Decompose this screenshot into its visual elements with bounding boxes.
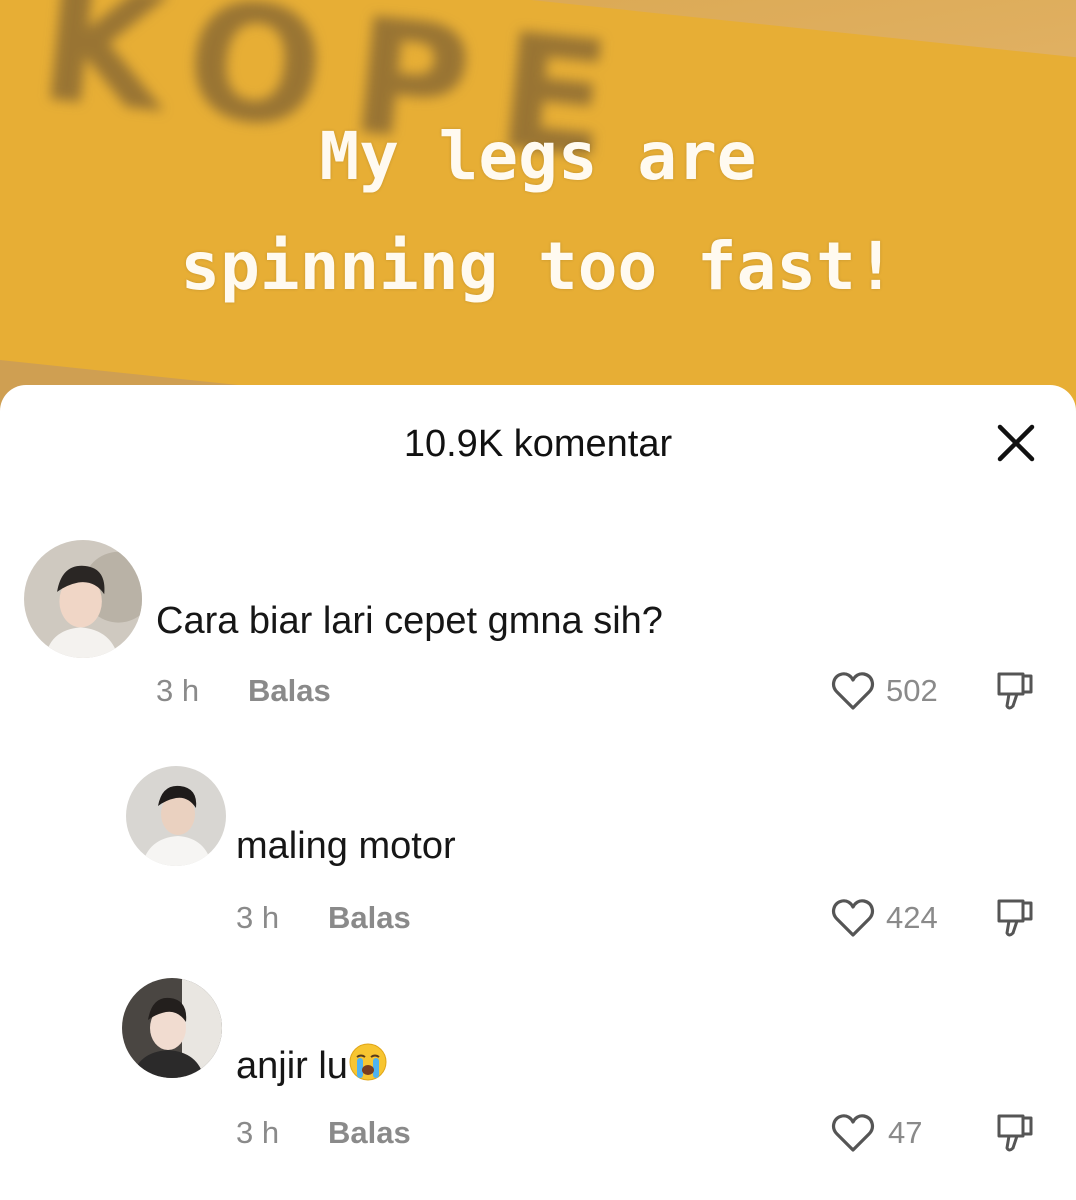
comment-text: Cara biar lari cepet gmna sih?	[156, 600, 663, 642]
reply-button[interactable]: Balas	[248, 673, 331, 709]
dislike-icon[interactable]	[995, 897, 1035, 939]
comment-text: maling motor	[236, 825, 456, 867]
reply-button[interactable]: Balas	[328, 900, 411, 936]
comment-time: 3 h	[236, 1115, 280, 1150]
like-count: 502	[886, 673, 938, 708]
comments-sheet: 10.9K komentar Cara biar lari cepet gmna…	[0, 385, 1076, 1200]
dislike-icon[interactable]	[995, 1112, 1035, 1154]
comment-text-label: anjir lu	[236, 1045, 348, 1087]
video-caption-line-1: My legs are	[319, 118, 757, 195]
heart-icon[interactable]	[831, 1112, 875, 1154]
video-caption-line-2: spinning too fast!	[180, 228, 896, 305]
like-count: 424	[886, 900, 938, 935]
avatar-photo	[24, 540, 142, 658]
avatar[interactable]	[122, 978, 222, 1078]
comment-time: 3 h	[156, 673, 200, 708]
video-frame[interactable]: KOPE	[0, 0, 1076, 420]
avatar-photo	[122, 978, 222, 1078]
avatar-photo	[126, 766, 226, 866]
close-button[interactable]	[994, 421, 1038, 465]
reply-button[interactable]: Balas	[328, 1115, 411, 1151]
loudly-crying-face-icon	[349, 1043, 387, 1081]
comments-count-title: 10.9K komentar	[403, 423, 673, 465]
close-icon	[997, 424, 1035, 462]
avatar[interactable]	[126, 766, 226, 866]
avatar[interactable]	[24, 540, 142, 658]
comment-time: 3 h	[236, 900, 280, 935]
comment-text: anjir lu	[236, 1042, 388, 1088]
heart-icon[interactable]	[831, 897, 875, 939]
heart-icon[interactable]	[831, 670, 875, 712]
dislike-icon[interactable]	[995, 670, 1035, 712]
like-count: 47	[888, 1115, 923, 1150]
